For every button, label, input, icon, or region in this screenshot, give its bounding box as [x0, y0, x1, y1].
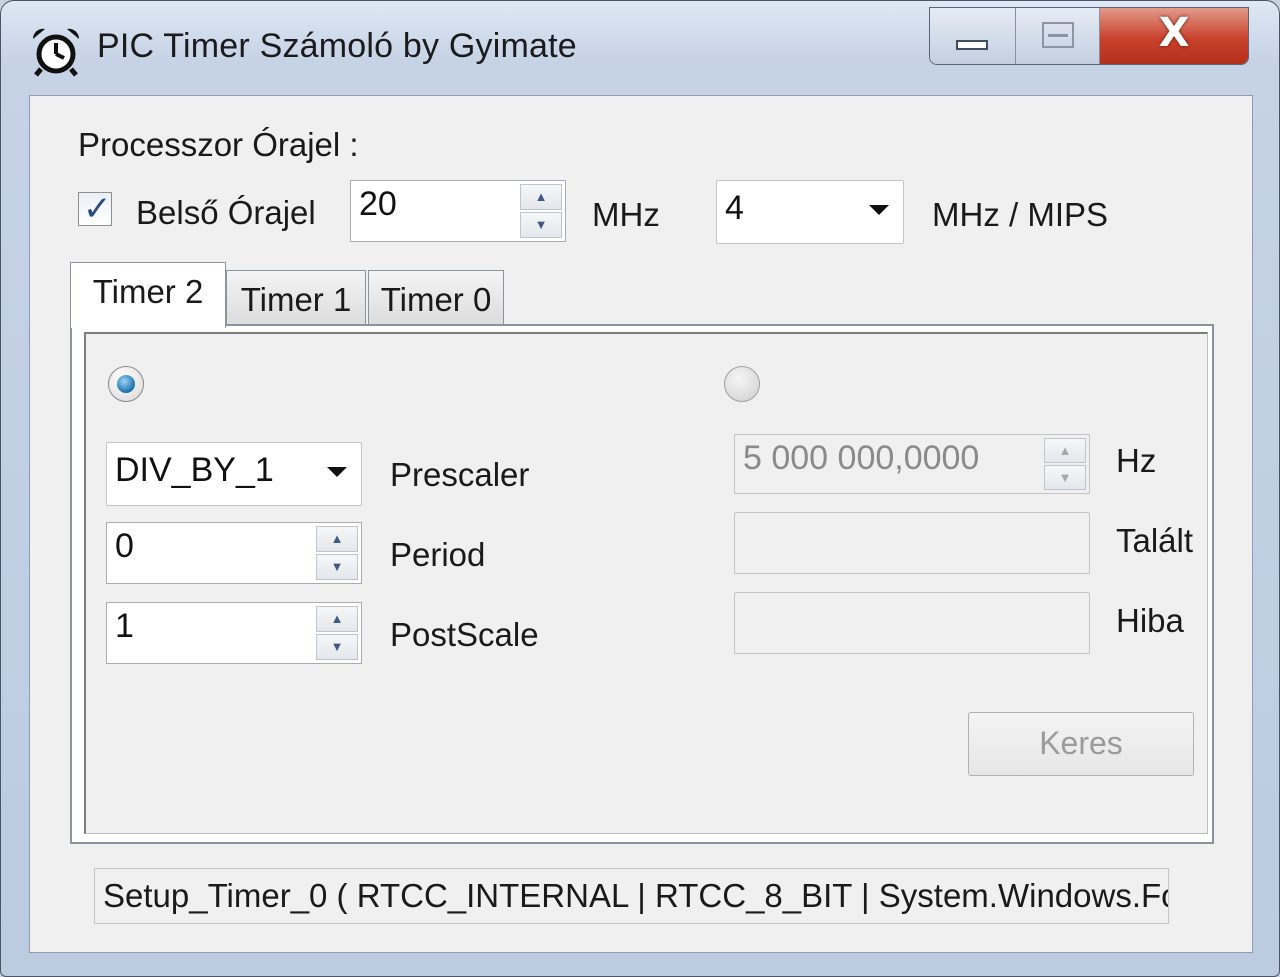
- tab-timer-1[interactable]: Timer 1: [226, 270, 366, 326]
- found-label: Talált: [1116, 522, 1194, 559]
- manual-mode-radio[interactable]: [108, 366, 144, 402]
- frequency-hz-label: Hz: [1116, 442, 1157, 479]
- frequency-unit-label: MHz: [592, 196, 660, 233]
- minimize-button[interactable]: [930, 8, 1016, 64]
- prescaler-dropdown[interactable]: DIV_BY_1: [106, 442, 362, 506]
- prescaler-label: Prescaler: [390, 456, 530, 493]
- postscale-input[interactable]: 1 ▲ ▼: [106, 602, 362, 664]
- chevron-down-icon: [327, 467, 347, 477]
- checkmark-icon: ✓: [83, 189, 112, 229]
- radio-selected-dot: [117, 375, 135, 393]
- target-frequency-up-button[interactable]: ▲: [1044, 438, 1086, 463]
- found-value-field[interactable]: [734, 512, 1090, 574]
- internal-clock-label[interactable]: Belső Órajel: [136, 194, 316, 232]
- minimize-icon: [956, 40, 988, 50]
- arrow-down-icon: ▼: [534, 217, 548, 233]
- close-button[interactable]: X: [1100, 8, 1248, 64]
- maximize-icon: [1042, 22, 1074, 48]
- arrow-up-icon: ▲: [1058, 442, 1072, 458]
- period-label: Period: [390, 536, 486, 573]
- clock-section-label: Processzor Órajel :: [78, 126, 359, 163]
- postscale-value: 1: [115, 607, 134, 645]
- internal-clock-checkbox[interactable]: ✓: [78, 189, 112, 229]
- postscale-label: PostScale: [390, 616, 539, 653]
- target-frequency-value: 5 000 000,0000: [743, 439, 980, 477]
- search-button[interactable]: Keres: [968, 712, 1194, 776]
- frequency-up-button[interactable]: ▲: [520, 184, 562, 210]
- title-bar[interactable]: PIC Timer Számoló by Gyimate X: [1, 1, 1279, 96]
- tab-timer-2[interactable]: Timer 2: [70, 262, 226, 328]
- close-icon: X: [1158, 10, 1190, 56]
- alarm-clock-icon: [32, 28, 80, 77]
- window-title: PIC Timer Számoló by Gyimate: [97, 27, 577, 65]
- period-down-button[interactable]: ▼: [316, 554, 358, 580]
- tab-timer-0[interactable]: Timer 0: [368, 270, 504, 326]
- arrow-up-icon: ▲: [534, 189, 548, 205]
- arrow-down-icon: ▼: [330, 639, 344, 655]
- chevron-down-icon: [869, 205, 889, 215]
- generated-code-field[interactable]: Setup_Timer_0 ( RTCC_INTERNAL | RTCC_8_B…: [94, 868, 1169, 924]
- period-input[interactable]: 0 ▲ ▼: [106, 522, 362, 584]
- arrow-down-icon: ▼: [330, 559, 344, 575]
- target-frequency-input[interactable]: 5 000 000,0000 ▲ ▼: [734, 434, 1090, 494]
- timer-2-panel: DIV_BY_1 Prescaler 0 ▲ ▼ Period 1 ▲ ▼ Po…: [70, 324, 1214, 844]
- prescaler-value: DIV_BY_1: [115, 451, 274, 489]
- clock-frequency-input[interactable]: 20 ▲ ▼: [350, 180, 566, 242]
- form-client-area: Processzor Órajel : ✓ Belső Órajel 20 ▲ …: [29, 95, 1253, 953]
- postscale-up-button[interactable]: ▲: [316, 606, 358, 632]
- maximize-button[interactable]: [1016, 8, 1100, 64]
- mips-unit-label: MHz / MIPS: [932, 196, 1109, 233]
- arrow-up-icon: ▲: [330, 531, 344, 547]
- frequency-mode-radio[interactable]: [724, 366, 760, 402]
- error-label: Hiba: [1116, 602, 1184, 639]
- error-value-field[interactable]: [734, 592, 1090, 654]
- caption-buttons: X: [929, 7, 1249, 65]
- period-value: 0: [115, 527, 134, 565]
- app-window: PIC Timer Számoló by Gyimate X Processzo…: [0, 0, 1280, 977]
- timer-settings-group: DIV_BY_1 Prescaler 0 ▲ ▼ Period 1 ▲ ▼ Po…: [84, 332, 1208, 834]
- frequency-down-button[interactable]: ▼: [520, 212, 562, 238]
- arrow-up-icon: ▲: [330, 611, 344, 627]
- clock-frequency-value: 20: [359, 185, 397, 223]
- postscale-down-button[interactable]: ▼: [316, 634, 358, 660]
- target-frequency-down-button[interactable]: ▼: [1044, 465, 1086, 490]
- arrow-down-icon: ▼: [1058, 469, 1072, 485]
- generated-code-text: Setup_Timer_0 ( RTCC_INTERNAL | RTCC_8_B…: [103, 877, 1169, 914]
- mips-divider-value: 4: [725, 189, 744, 227]
- mips-divider-dropdown[interactable]: 4: [716, 180, 904, 244]
- period-up-button[interactable]: ▲: [316, 526, 358, 552]
